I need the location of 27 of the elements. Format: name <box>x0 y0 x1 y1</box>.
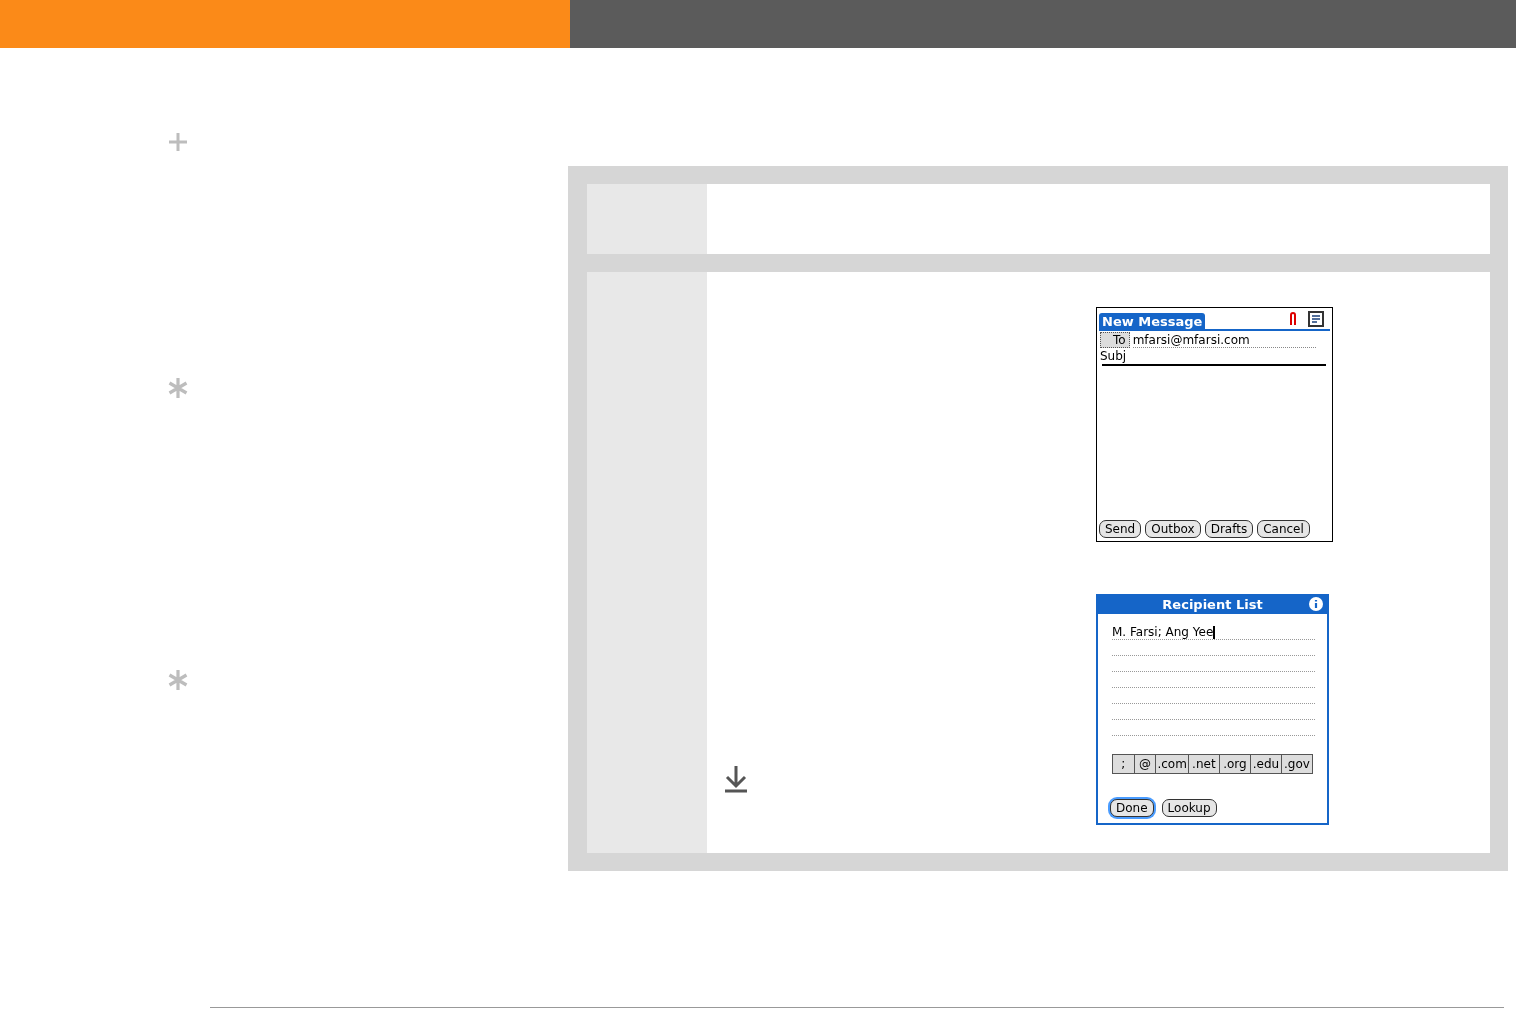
screen-title: Recipient List <box>1162 596 1263 612</box>
screen-button[interactable]: Done <box>1110 799 1154 817</box>
shortcut-key[interactable]: @ <box>1134 755 1157 773</box>
shortcut-key[interactable]: .org <box>1219 755 1251 773</box>
info-icon[interactable] <box>1309 597 1323 611</box>
subject-label: Subj <box>1100 349 1127 363</box>
shortcut-key[interactable]: .com <box>1156 755 1189 773</box>
asterisk-icon <box>167 669 189 691</box>
document-icon[interactable] <box>1308 311 1324 327</box>
plus-icon <box>167 131 189 153</box>
shortcut-key[interactable]: .gov <box>1281 755 1312 773</box>
to-button[interactable]: To <box>1100 332 1130 348</box>
shortcut-key[interactable]: .edu <box>1250 755 1282 773</box>
screen-button[interactable]: Outbox <box>1145 520 1201 538</box>
paperclip-icon[interactable] <box>1288 311 1298 327</box>
screen-button[interactable]: Drafts <box>1204 520 1254 538</box>
screen-button[interactable]: Send <box>1099 520 1142 538</box>
asterisk-icon <box>167 377 189 399</box>
to-field[interactable]: mfarsi@mfarsi.com <box>1132 333 1316 348</box>
screen-button[interactable]: Lookup <box>1161 799 1217 817</box>
screen-title: New Message <box>1099 313 1206 329</box>
text-cursor <box>1213 626 1216 639</box>
recipient-field[interactable]: M. Farsi; Ang Yee <box>1112 624 1315 640</box>
screen-button[interactable]: Cancel <box>1257 520 1310 538</box>
shortcut-key[interactable]: ; <box>1113 755 1135 773</box>
download-arrow-icon <box>723 764 749 794</box>
shortcut-key[interactable]: .net <box>1188 755 1220 773</box>
